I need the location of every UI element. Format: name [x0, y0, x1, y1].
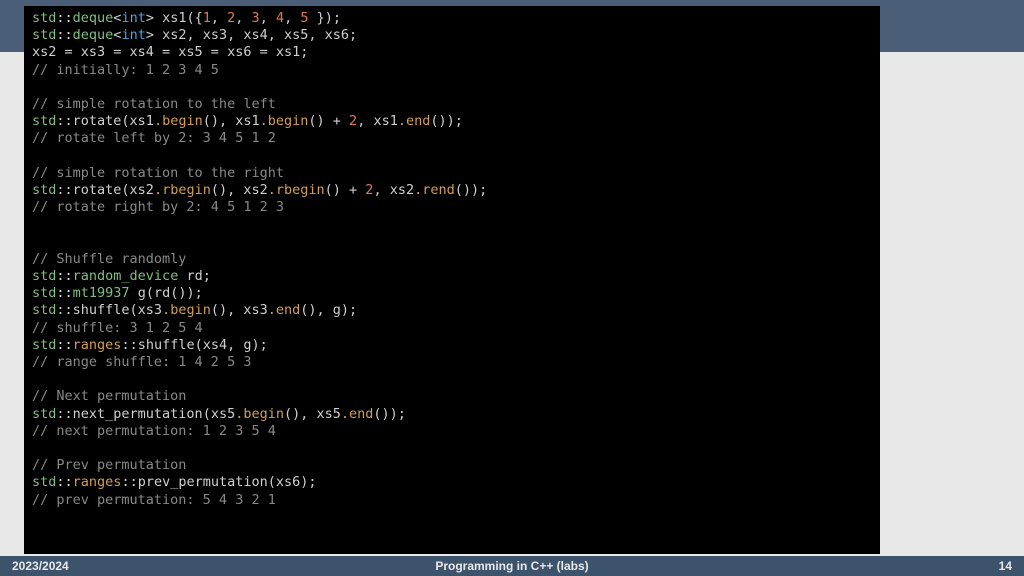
- tok: , xs2: [373, 182, 414, 198]
- tok: .end: [268, 302, 301, 318]
- tok: std: [32, 113, 56, 129]
- tok: // simple rotation to the left: [32, 96, 276, 112]
- tok: (), xs1: [203, 113, 260, 129]
- tok: 3: [252, 10, 260, 26]
- code-block: std::deque<int> xs1({1, 2, 3, 4, 5 }); s…: [24, 6, 880, 554]
- slide: Permutations: rotate and shuffle std::de…: [0, 0, 1024, 576]
- tok: std: [32, 285, 56, 301]
- tok: 2: [349, 113, 357, 129]
- tok: // Prev permutation: [32, 457, 186, 473]
- tok: () +: [325, 182, 366, 198]
- tok: ::shuffle(xs3: [56, 302, 162, 318]
- tok: // next permutation: 1 2 3 5 4: [32, 423, 276, 439]
- tok: std: [32, 337, 56, 353]
- tok: int: [121, 10, 145, 26]
- footer-center: Programming in C++ (labs): [0, 559, 1024, 573]
- tok: 4: [276, 10, 284, 26]
- tok: ());: [373, 406, 406, 422]
- tok: ,: [235, 10, 251, 26]
- tok: // initially: 1 2 3 4 5: [32, 62, 219, 78]
- tok: int: [121, 27, 145, 43]
- tok: ranges: [73, 337, 122, 353]
- tok: (), g);: [300, 302, 357, 318]
- tok: ::: [56, 474, 72, 490]
- tok: .end: [398, 113, 431, 129]
- tok: ());: [455, 182, 488, 198]
- tok: // rotate right by 2: 4 5 1 2 3: [32, 199, 284, 215]
- tok: ::: [56, 337, 72, 353]
- tok: // prev permutation: 5 4 3 2 1: [32, 492, 276, 508]
- tok: > xs1({: [146, 10, 203, 26]
- tok: 5: [300, 10, 308, 26]
- tok: mt19937: [73, 285, 130, 301]
- tok: ::rotate(xs2: [56, 182, 154, 198]
- tok: ());: [430, 113, 463, 129]
- tok: std: [32, 474, 56, 490]
- tok: ranges: [73, 474, 122, 490]
- tok: rd;: [178, 268, 211, 284]
- tok: (), xs3: [211, 302, 268, 318]
- tok: // Shuffle randomly: [32, 251, 186, 267]
- tok: .begin: [260, 113, 309, 129]
- tok: // rotate left by 2: 3 4 5 1 2: [32, 130, 276, 146]
- tok: std: [32, 302, 56, 318]
- tok: ::shuffle(xs4, g);: [121, 337, 267, 353]
- footer-left: 2023/2024: [12, 559, 69, 573]
- tok: , xs1: [357, 113, 398, 129]
- tok: std: [32, 182, 56, 198]
- tok: ,: [211, 10, 227, 26]
- tok: random_device: [73, 268, 179, 284]
- tok: ,: [260, 10, 276, 26]
- tok: .begin: [154, 113, 203, 129]
- tok: // simple rotation to the right: [32, 165, 284, 181]
- tok: 1: [203, 10, 211, 26]
- tok: ::prev_permutation(xs6);: [121, 474, 316, 490]
- tok: deque: [73, 10, 114, 26]
- tok: std: [32, 27, 56, 43]
- tok: std: [32, 10, 56, 26]
- tok: deque: [73, 27, 114, 43]
- tok: .rbegin: [268, 182, 325, 198]
- tok: ::: [56, 10, 72, 26]
- tok: ::: [56, 27, 72, 43]
- tok: ::: [56, 268, 72, 284]
- tok: // Next permutation: [32, 388, 186, 404]
- tok: std: [32, 268, 56, 284]
- tok: > xs2, xs3, xs4, xs5, xs6;: [146, 27, 357, 43]
- tok: ::rotate(xs1: [56, 113, 154, 129]
- tok: ,: [284, 10, 300, 26]
- tok: .rend: [414, 182, 455, 198]
- tok: // range shuffle: 1 4 2 5 3: [32, 354, 251, 370]
- tok: });: [309, 10, 342, 26]
- tok: (), xs2: [211, 182, 268, 198]
- tok: (), xs5: [284, 406, 341, 422]
- tok: ::next_permutation(xs5: [56, 406, 235, 422]
- tok: // shuffle: 3 1 2 5 4: [32, 320, 203, 336]
- tok: std: [32, 406, 56, 422]
- tok: xs2 = xs3 = xs4 = xs5 = xs6 = xs1;: [32, 44, 308, 60]
- tok: .end: [341, 406, 374, 422]
- footer: 2023/2024 Programming in C++ (labs) 14: [0, 556, 1024, 576]
- tok: ::: [56, 285, 72, 301]
- tok: .begin: [162, 302, 211, 318]
- tok: .begin: [235, 406, 284, 422]
- tok: () +: [308, 113, 349, 129]
- tok: .rbegin: [154, 182, 211, 198]
- tok: g(rd());: [130, 285, 203, 301]
- footer-right: 14: [999, 559, 1012, 573]
